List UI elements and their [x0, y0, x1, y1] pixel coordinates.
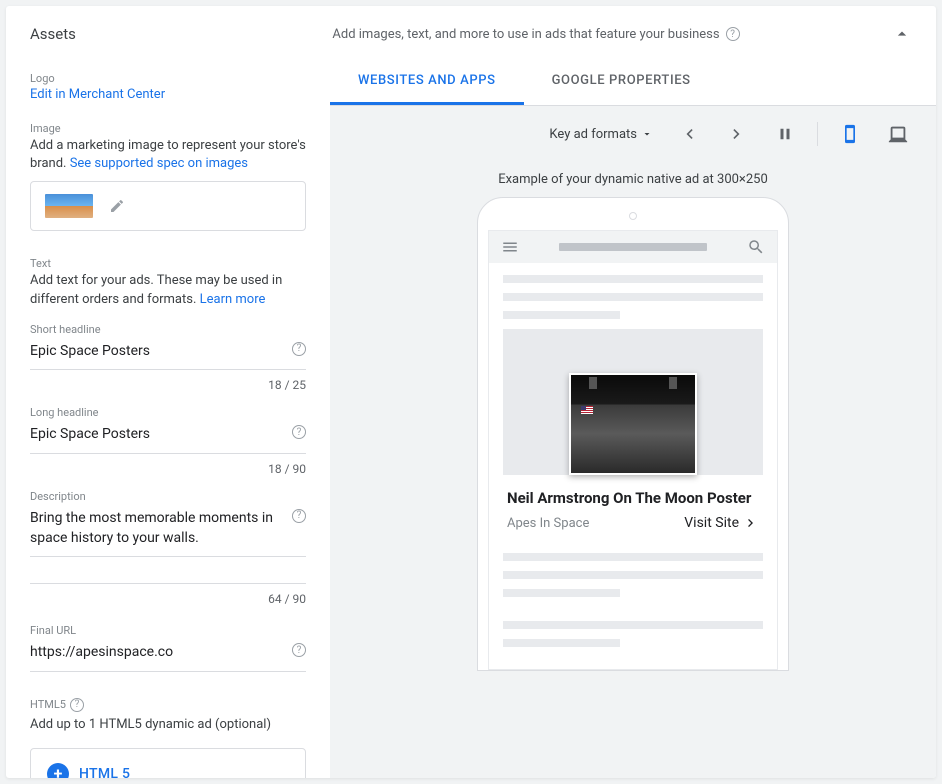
text-label: Text	[30, 257, 306, 270]
skeleton-line	[503, 639, 620, 647]
format-dropdown[interactable]: Key ad formats	[541, 121, 661, 148]
help-icon[interactable]: ?	[292, 509, 306, 523]
search-icon[interactable]	[747, 238, 765, 256]
skeleton-line	[503, 311, 620, 319]
skeleton-line	[503, 571, 763, 579]
short-headline-counter: 18 / 25	[30, 378, 306, 392]
description-label: Description	[30, 490, 306, 503]
mobile-view-button[interactable]	[830, 114, 870, 154]
preview-caption: Example of your dynamic native ad at 300…	[498, 172, 768, 187]
skeleton-line	[503, 275, 763, 283]
help-icon[interactable]: ?	[70, 698, 84, 712]
add-html5-button[interactable]: + HTML 5	[30, 748, 306, 778]
panel-title: Assets	[30, 25, 200, 43]
image-upload-box[interactable]	[30, 181, 306, 231]
image-thumbnail[interactable]	[45, 194, 93, 218]
image-spec-link[interactable]: See supported spec on images	[70, 156, 248, 171]
tab-websites-apps[interactable]: WEBSITES AND APPS	[330, 58, 524, 105]
description-counter: 64 / 90	[30, 592, 306, 606]
pause-button[interactable]	[765, 114, 805, 154]
edit-merchant-center-link[interactable]: Edit in Merchant Center	[30, 87, 165, 102]
pause-icon	[776, 125, 794, 143]
long-headline-counter: 18 / 90	[30, 462, 306, 476]
ad-hero-area	[503, 329, 763, 475]
laptop-icon	[887, 123, 909, 145]
description-input[interactable]: Bring the most memorable moments in spac…	[30, 507, 286, 550]
skeleton-line	[503, 589, 620, 597]
image-label: Image	[30, 122, 306, 135]
caret-down-icon	[641, 128, 653, 140]
chevron-right-icon	[727, 124, 747, 144]
final-url-label: Final URL	[30, 624, 306, 637]
prev-button[interactable]	[669, 114, 709, 154]
collapse-icon[interactable]	[892, 24, 912, 44]
ad-preview-card: i Neil Armstrong On The Moon Post	[503, 329, 763, 539]
short-headline-label: Short headline	[30, 323, 306, 336]
long-headline-label: Long headline	[30, 406, 306, 419]
text-learn-more-link[interactable]: Learn more	[200, 292, 266, 307]
help-icon[interactable]: ?	[726, 27, 740, 41]
logo-label: Logo	[30, 72, 306, 85]
html5-desc: Add up to 1 HTML5 dynamic ad (optional)	[30, 716, 306, 734]
pencil-icon[interactable]	[109, 198, 125, 214]
phone-frame: i Neil Armstrong On The Moon Post	[477, 197, 789, 671]
smartphone-icon	[840, 124, 860, 144]
ad-image	[569, 373, 697, 475]
skeleton-line	[503, 293, 763, 301]
final-url-input[interactable]: https://apesinspace.co	[30, 641, 286, 665]
help-icon[interactable]: ?	[292, 425, 306, 439]
html5-label: HTML5	[30, 698, 66, 711]
phone-speaker	[629, 212, 637, 220]
ad-brand: Apes In Space	[507, 516, 589, 531]
skeleton-line	[503, 553, 763, 561]
menu-icon[interactable]	[501, 238, 519, 256]
chevron-left-icon	[679, 124, 699, 144]
search-bar-placeholder	[559, 243, 707, 251]
long-headline-input[interactable]: Epic Space Posters	[30, 423, 286, 447]
desktop-view-button[interactable]	[878, 114, 918, 154]
html5-button-label: HTML 5	[79, 766, 130, 778]
tab-google-properties[interactable]: GOOGLE PROPERTIES	[524, 58, 719, 105]
ad-cta-link[interactable]: Visit Site	[684, 515, 759, 531]
chevron-right-icon	[743, 515, 759, 531]
panel-subtitle: Add images, text, and more to use in ads…	[332, 27, 719, 42]
help-icon[interactable]: ?	[292, 643, 306, 657]
short-headline-input[interactable]: Epic Space Posters	[30, 340, 286, 364]
ad-title: Neil Armstrong On The Moon Poster	[503, 475, 763, 515]
next-button[interactable]	[717, 114, 757, 154]
plus-icon: +	[47, 763, 69, 778]
help-icon[interactable]: ?	[292, 342, 306, 356]
skeleton-line	[503, 621, 763, 629]
